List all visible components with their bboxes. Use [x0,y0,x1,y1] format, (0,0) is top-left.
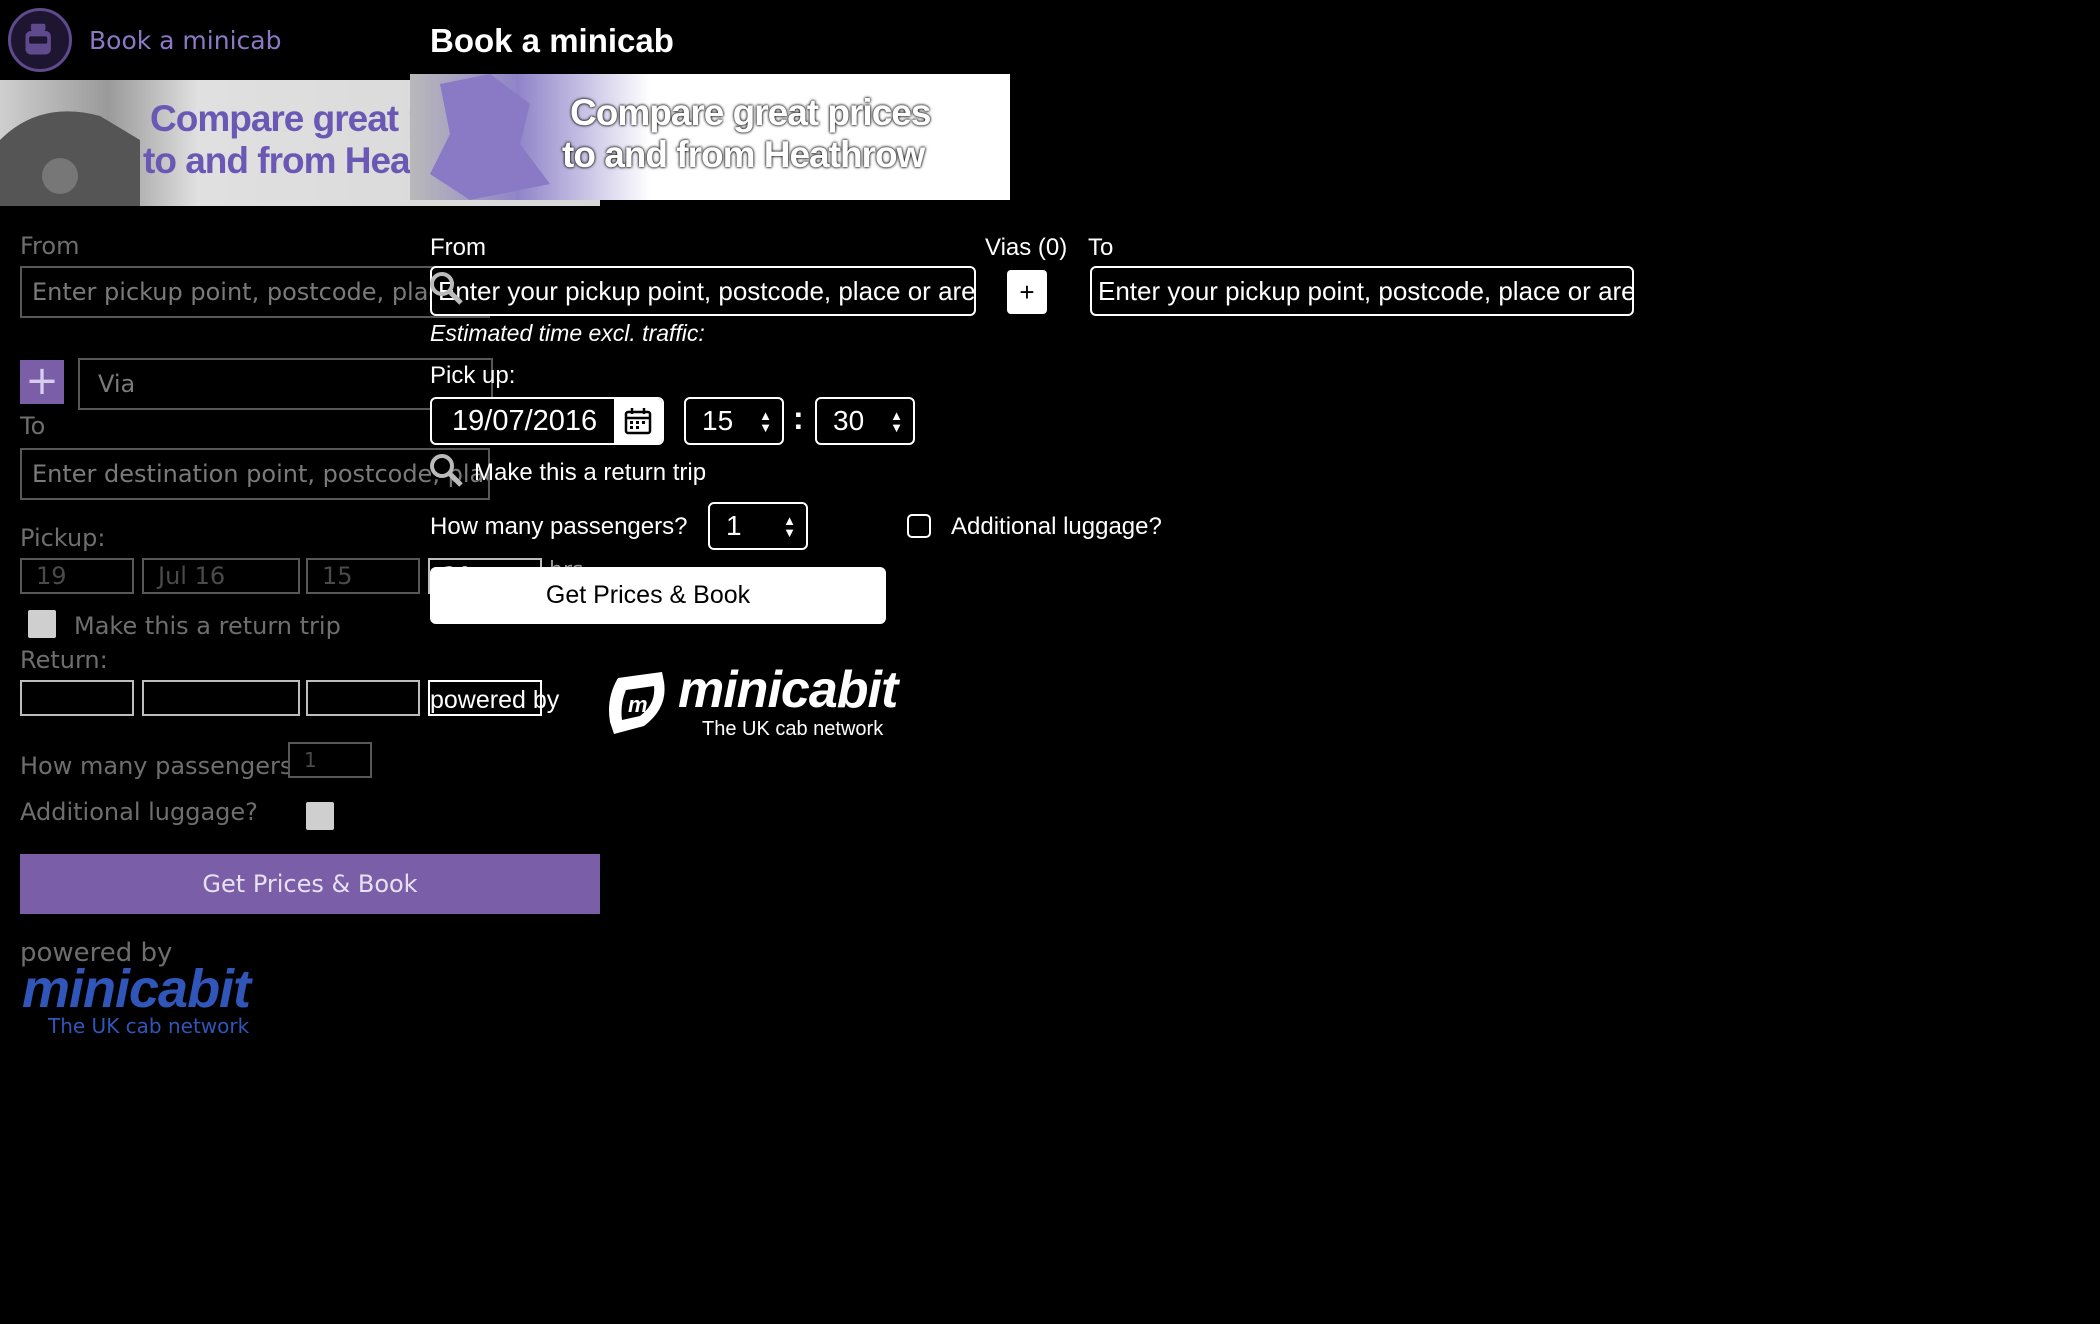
pickup-hour-value: 15 [702,405,734,436]
updown-arrow-icon: ▲ ▼ [783,513,796,540]
passengers-select-b[interactable]: 1 ▲ ▼ [708,502,808,550]
to-input-b[interactable]: Enter your pickup point, postcode, place… [1090,266,1634,316]
pickup-minute-select-b[interactable]: 30 ▲ ▼ [815,397,915,445]
estimated-time-label: Estimated time excl. traffic: [430,320,705,346]
updown-arrow-icon: ▲ ▼ [890,408,903,435]
minicabit-logo-text-b[interactable]: minicabit [678,660,898,720]
uk-map-illustration [430,74,550,200]
updown-arrow-icon: ▲ ▼ [759,408,772,435]
vias-label: Vias (0) [985,234,1068,261]
svg-text:m: m [628,692,648,717]
pickup-minute-value: 30 [833,405,865,436]
widget-b: Book a minicab Compare great prices to a… [0,0,2100,1324]
pickup-date-value: 19/07/2016 [452,405,598,437]
from-input-b[interactable]: Enter your pickup point, postcode, place… [430,266,976,316]
powered-by-label-b: powered by [430,686,560,714]
from-label-b: From [430,234,486,261]
page-title: Book a minicab [430,22,674,59]
get-prices-button-b[interactable]: Get Prices & Book [430,567,886,624]
plus-icon: + [1019,276,1035,307]
pickup-date-field[interactable]: 19/07/2016 [430,397,664,445]
banner-b-line-2: to and from Heathrow [562,134,925,175]
search-icon[interactable] [428,452,464,493]
return-trip-label-b: Make this a return trip [474,459,707,486]
add-via-button-b[interactable]: + [1007,270,1047,314]
calendar-icon[interactable] [614,399,662,443]
minicabit-tagline-b: The UK cab network [702,718,884,740]
heathrow-banner-b[interactable]: Compare great prices to and from Heathro… [410,74,1010,200]
passengers-label-b: How many passengers? [430,513,688,540]
banner-b-line-1: Compare great prices [570,92,931,133]
luggage-checkbox-b[interactable] [907,514,931,538]
luggage-label-b: Additional luggage? [951,513,1162,540]
search-icon[interactable] [428,270,464,311]
time-separator: : [793,400,804,436]
pickup-hour-select-b[interactable]: 15 ▲ ▼ [684,397,784,445]
passengers-value: 1 [726,510,742,541]
minicabit-m-icon[interactable]: m [604,668,670,736]
to-label-b: To [1088,234,1114,261]
pickup-label-b: Pick up: [430,362,516,389]
